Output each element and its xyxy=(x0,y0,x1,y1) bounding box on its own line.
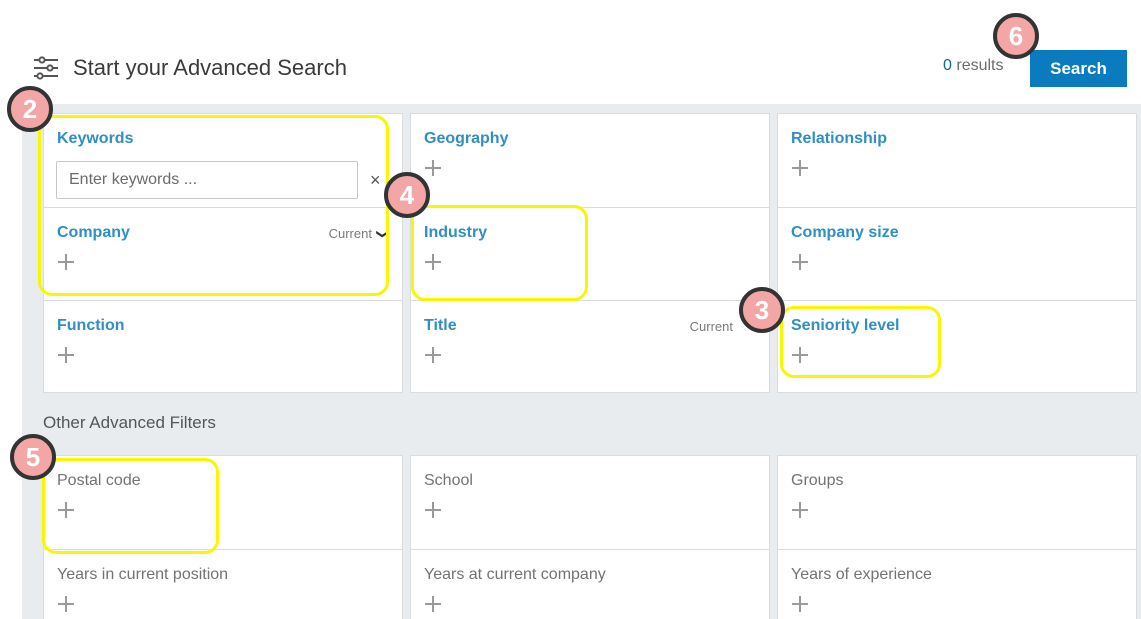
highlight-postal-code xyxy=(42,458,219,554)
years-at-company-label: Years at current company xyxy=(424,566,606,583)
function-label: Function xyxy=(57,317,125,334)
results-label: results xyxy=(956,57,1004,74)
plus-icon[interactable] xyxy=(424,501,442,519)
years-at-company-filter[interactable]: Years at current company xyxy=(411,549,769,619)
sliders-filter-icon xyxy=(34,56,58,80)
results-number: 0 xyxy=(943,57,952,74)
geography-filter[interactable]: Geography xyxy=(411,114,769,207)
groups-label: Groups xyxy=(791,472,844,489)
highlight-industry xyxy=(411,205,588,301)
company-size-filter[interactable]: Company size xyxy=(778,207,1136,300)
annotation-badge-6: 6 xyxy=(993,13,1039,59)
annotation-badge-5: 5 xyxy=(10,434,56,480)
school-filter[interactable]: School xyxy=(411,456,769,549)
plus-icon[interactable] xyxy=(57,595,75,613)
annotation-badge-2: 2 xyxy=(7,86,53,132)
other-card-2: School Years at current company xyxy=(410,455,770,619)
title-label: Title xyxy=(424,317,457,334)
other-filters-heading: Other Advanced Filters xyxy=(43,413,216,432)
years-experience-filter[interactable]: Years of experience xyxy=(778,549,1136,619)
function-filter[interactable]: Function xyxy=(44,300,402,393)
other-card-3: Groups Years of experience xyxy=(777,455,1137,619)
years-experience-label: Years of experience xyxy=(791,566,932,583)
plus-icon[interactable] xyxy=(791,159,809,177)
school-label: School xyxy=(424,472,473,489)
geography-label: Geography xyxy=(424,130,509,147)
search-button[interactable]: Search xyxy=(1030,50,1127,87)
highlight-keywords-company xyxy=(38,115,389,296)
annotation-badge-4: 4 xyxy=(384,172,430,218)
plus-icon[interactable] xyxy=(791,253,809,271)
groups-filter[interactable]: Groups xyxy=(778,456,1136,549)
plus-icon[interactable] xyxy=(791,501,809,519)
relationship-label: Relationship xyxy=(791,130,888,147)
plus-icon[interactable] xyxy=(424,159,442,177)
plus-icon[interactable] xyxy=(57,346,75,364)
title-current-label[interactable]: Current xyxy=(690,319,733,334)
years-in-position-label: Years in current position xyxy=(57,566,229,583)
relationship-filter[interactable]: Relationship xyxy=(778,114,1136,207)
header: Start your Advanced Search 0 results Sea… xyxy=(0,0,1141,104)
years-in-position-filter[interactable]: Years in current position xyxy=(44,549,402,619)
company-size-label: Company size xyxy=(791,224,899,241)
plus-icon[interactable] xyxy=(791,595,809,613)
results-count: 0 results xyxy=(943,57,1003,75)
highlight-seniority xyxy=(780,306,941,378)
plus-icon[interactable] xyxy=(424,595,442,613)
annotation-badge-3: 3 xyxy=(739,287,785,333)
page-title: Start your Advanced Search xyxy=(73,55,347,80)
plus-icon[interactable] xyxy=(424,346,442,364)
title-filter[interactable]: Title Current xyxy=(411,300,769,393)
